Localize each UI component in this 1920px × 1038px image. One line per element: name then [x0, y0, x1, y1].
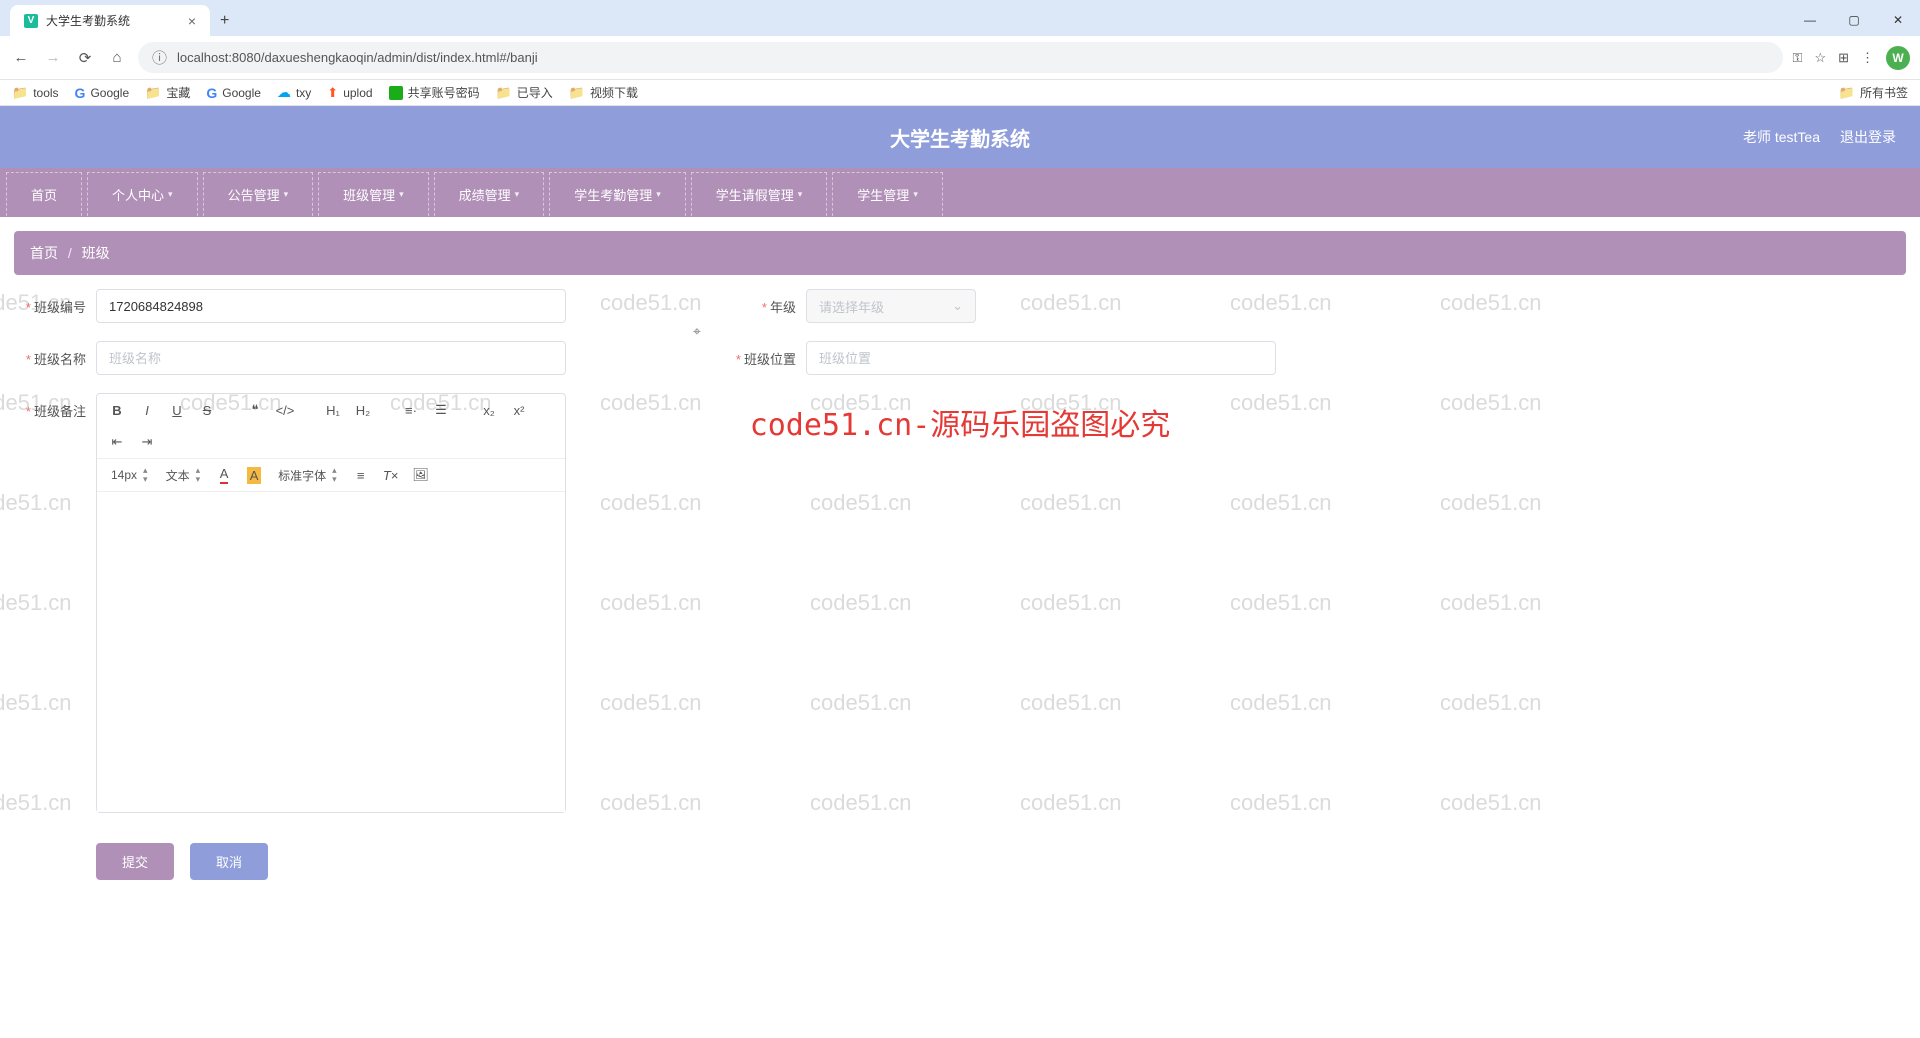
class-name-input[interactable]: [96, 341, 566, 375]
address-bar[interactable]: ⓘ localhost:8080/daxueshengkaoqin/admin/…: [138, 42, 1783, 73]
bookmark-google2[interactable]: Google: [206, 85, 261, 101]
class-loc-input[interactable]: [806, 341, 1276, 375]
address-row: ← → ⟳ ⌂ ⓘ localhost:8080/daxueshengkaoqi…: [0, 36, 1920, 80]
outdent-icon[interactable]: ⇤: [107, 431, 127, 453]
editor-body[interactable]: [97, 492, 565, 812]
bookmarks-bar: tools Google 宝藏 Google txy uplod 共享账号密码 …: [0, 80, 1920, 106]
breadcrumb-sep: /: [68, 245, 72, 261]
ul-icon[interactable]: ☰: [431, 399, 451, 421]
class-id-label: 班级编号: [34, 300, 86, 315]
class-id-input[interactable]: [96, 289, 566, 323]
quote-icon[interactable]: ❝: [245, 399, 265, 421]
logout-link[interactable]: 退出登录: [1840, 127, 1896, 147]
ol-icon[interactable]: ≡·: [401, 399, 421, 421]
chevron-down-icon: ⌄: [952, 298, 963, 314]
new-tab-button[interactable]: +: [210, 6, 239, 36]
class-loc-label: 班级位置: [744, 352, 796, 367]
browser-chrome: V 大学生考勤系统 × + — ▢ ✕ ← → ⟳ ⌂ ⓘ localhost:…: [0, 0, 1920, 106]
extensions-icon[interactable]: ⊞: [1838, 50, 1849, 66]
tab-title: 大学生考勤系统: [46, 12, 130, 29]
nav-item-4[interactable]: 成绩管理▾: [434, 172, 545, 216]
close-window-button[interactable]: ✕: [1876, 4, 1920, 36]
all-bookmarks[interactable]: 所有书签: [1839, 84, 1908, 101]
nav-item-6[interactable]: 学生请假管理▾: [691, 172, 828, 216]
maximize-button[interactable]: ▢: [1832, 4, 1876, 36]
bookmark-upload[interactable]: uplod: [327, 85, 372, 101]
text-style-select[interactable]: 文本▴▾: [162, 464, 205, 486]
page-body: 首页 / 班级 *班级编号 *年级 请选择年级 ⌄ *班级名称 *班级位置 *班…: [0, 217, 1920, 894]
site-info-icon[interactable]: ⓘ: [152, 47, 167, 68]
nav-item-2[interactable]: 公告管理▾: [203, 172, 314, 216]
form: *班级编号 *年级 请选择年级 ⌄ *班级名称 *班级位置 *班级备注 B I: [14, 289, 1374, 813]
breadcrumb-home[interactable]: 首页: [30, 245, 58, 261]
minimize-button[interactable]: —: [1788, 4, 1832, 36]
window-controls: — ▢ ✕: [1788, 4, 1920, 36]
italic-icon[interactable]: I: [137, 399, 157, 421]
align-icon[interactable]: ≡: [351, 464, 371, 486]
profile-avatar[interactable]: W: [1886, 46, 1910, 70]
app-header: 大学生考勤系统 老师 testTea 退出登录: [0, 106, 1920, 168]
nav-item-7[interactable]: 学生管理▾: [832, 172, 943, 216]
favicon-icon: V: [24, 14, 38, 28]
indent-icon[interactable]: ⇥: [137, 431, 157, 453]
class-note-label: 班级备注: [34, 404, 86, 419]
bookmark-txy[interactable]: txy: [277, 84, 311, 101]
nav-item-0[interactable]: 首页: [6, 172, 82, 216]
breadcrumb-current: 班级: [82, 245, 110, 261]
nav-item-5[interactable]: 学生考勤管理▾: [549, 172, 686, 216]
underline-icon[interactable]: U: [167, 399, 187, 421]
home-button[interactable]: ⌂: [106, 47, 128, 69]
bookmark-treasure[interactable]: 宝藏: [145, 84, 190, 101]
app-title: 大学生考勤系统: [890, 123, 1030, 152]
grade-select[interactable]: 请选择年级 ⌄: [806, 289, 976, 323]
code-icon[interactable]: </>: [275, 399, 295, 421]
font-size-select[interactable]: 14px▴▾: [107, 464, 152, 486]
bookmark-google[interactable]: Google: [75, 85, 130, 101]
bookmark-imported[interactable]: 已导入: [496, 84, 553, 101]
reload-button[interactable]: ⟳: [74, 47, 96, 69]
rich-editor: B I U S ❝ </> H₁ H₂ ≡· ☰ x₂ x²: [96, 393, 566, 813]
back-button[interactable]: ←: [10, 47, 32, 69]
url-text: localhost:8080/daxueshengkaoqin/admin/di…: [177, 50, 538, 65]
font-family-select[interactable]: 标准字体▴▾: [274, 464, 341, 486]
forward-button[interactable]: →: [42, 47, 64, 69]
nav-item-3[interactable]: 班级管理▾: [318, 172, 429, 216]
key-icon[interactable]: ⚿: [1793, 50, 1803, 66]
submit-button[interactable]: 提交: [96, 843, 174, 880]
sub-icon[interactable]: x₂: [479, 399, 499, 421]
close-tab-icon[interactable]: ×: [188, 13, 196, 29]
breadcrumb: 首页 / 班级: [14, 231, 1906, 275]
clear-format-icon[interactable]: T×: [381, 464, 401, 486]
tab-strip: V 大学生考勤系统 × + — ▢ ✕: [0, 0, 1920, 36]
bg-color-icon[interactable]: A: [244, 464, 264, 486]
sup-icon[interactable]: x²: [509, 399, 529, 421]
bold-icon[interactable]: B: [107, 399, 127, 421]
main-nav: 首页个人中心▾公告管理▾班级管理▾成绩管理▾学生考勤管理▾学生请假管理▾学生管理…: [0, 168, 1920, 217]
browser-tab[interactable]: V 大学生考勤系统 ×: [10, 5, 210, 36]
bookmark-video[interactable]: 视频下载: [569, 84, 638, 101]
bookmark-tools[interactable]: tools: [12, 85, 59, 101]
menu-icon[interactable]: ⋮: [1861, 50, 1874, 66]
strike-icon[interactable]: S: [197, 399, 217, 421]
image-icon[interactable]: 🖼: [411, 464, 431, 486]
bookmark-shared[interactable]: 共享账号密码: [389, 84, 480, 101]
h1-icon[interactable]: H₁: [323, 399, 343, 421]
grade-label: 年级: [770, 300, 796, 315]
cancel-button[interactable]: 取消: [190, 843, 268, 880]
class-name-label: 班级名称: [34, 352, 86, 367]
h2-icon[interactable]: H₂: [353, 399, 373, 421]
toolbar-right: ⚿ ☆ ⊞ ⋮ W: [1793, 46, 1910, 70]
text-color-icon[interactable]: A: [214, 464, 234, 486]
nav-item-1[interactable]: 个人中心▾: [87, 172, 198, 216]
bookmark-star-icon[interactable]: ☆: [1814, 50, 1826, 66]
user-label[interactable]: 老师 testTea: [1743, 127, 1820, 147]
